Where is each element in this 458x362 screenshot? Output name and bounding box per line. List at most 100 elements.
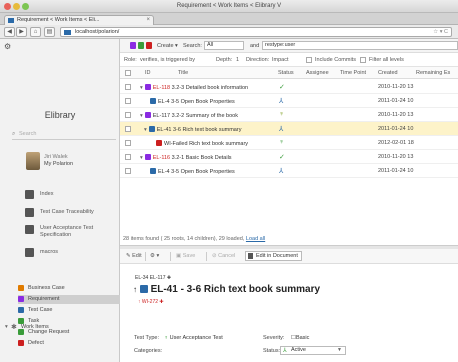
defect-type-icon[interactable] [146,42,152,49]
sidebar-item-change-request[interactable]: Change Request [18,328,120,337]
expand-icon[interactable]: ▾ [140,155,143,161]
cancel-button[interactable]: ⊘ Cancel [212,252,235,261]
table-row[interactable]: ▾ EL-118 3.2-3 Detailed book information … [120,80,458,94]
work-item-id[interactable]: WI-Failed [164,141,188,147]
status-select[interactable]: ⅄ Active ▼ [280,346,346,355]
row-checkbox[interactable] [125,140,131,146]
work-item-id[interactable]: EL-4 [158,99,170,105]
work-item-title[interactable]: 3.2-2 Summary of the book [172,113,238,119]
row-checkbox[interactable] [125,112,131,118]
tab-bar: Requirement < Work Items < Eli... × [0,13,458,25]
severity-value[interactable]: ☐Basic [291,335,309,341]
status-icon: ✓ [279,84,285,91]
expand-icon[interactable]: ▾ [140,113,143,119]
requirement-icon [144,84,151,90]
table-row[interactable]: ▾ EL-116 3.2-1 Basic Book Details ✓ 2010-… [120,150,458,164]
url-bar[interactable]: localhost/polarion/ ☆ ▾ C [60,27,452,37]
created-date: 2011-01-24 10 [378,168,414,174]
table-row[interactable]: WI-Failed Rich text book summary ♆ 2012-… [120,136,458,150]
table-row[interactable]: EL-4 3-5 Open Book Properties ⅄ 2011-01-… [120,94,458,108]
load-all-link[interactable]: Load all [246,236,265,242]
sidebar-item-requirement[interactable]: Requirement [18,295,120,304]
save-button[interactable]: ▣ Save [176,252,195,261]
gear-icon[interactable]: ⚙ [4,42,11,51]
column-time-point[interactable]: Time Point [340,70,366,76]
work-item-id[interactable]: EL-41 [157,127,172,133]
table-row-selected[interactable]: ▾ EL-41 3-6 Rich text book summary ⅄ 2011… [120,122,458,136]
work-item-title[interactable]: 3-5 Open Book Properties [171,169,235,175]
select-all-checkbox[interactable] [125,70,131,76]
column-assignee[interactable]: Assignee [306,70,329,76]
home-button[interactable]: ⌂ [30,27,41,37]
row-checkbox[interactable] [125,154,131,160]
bookmarks-button[interactable]: ▤ [44,27,55,37]
direction-select[interactable]: Impact [272,57,289,63]
work-item-id[interactable]: EL-117 [153,113,170,119]
row-checkbox[interactable] [125,98,131,104]
sidebar-item-test-case[interactable]: Test Case [18,306,120,315]
table-row[interactable]: ▾ EL-117 3.2-2 Summary of the book ♆ 2010… [120,108,458,122]
filter-all-levels-checkbox[interactable] [360,57,366,63]
test-type-value[interactable]: ♆ User Acceptance Test [164,335,223,341]
depth-value[interactable]: 1 [236,57,239,63]
window-titlebar: Requirement < Work Items < Elibrary V [0,0,458,13]
row-checkbox[interactable] [125,84,131,90]
work-item-id[interactable]: EL-116 [153,155,170,161]
filter-all-levels-label: Filter all levels [369,57,404,63]
sidebar-item-defect[interactable]: Defect [18,339,120,348]
table-row[interactable]: EL-4 3-5 Open Book Properties ⅄ 2011-01-… [120,164,458,178]
sidebar-item-business-case[interactable]: Business Case [18,284,120,293]
sidebar-item-index[interactable]: Index [40,191,120,198]
column-id[interactable]: ID [145,70,151,76]
sidebar-item-uat-specification[interactable]: User Acceptance Test Specification [40,225,120,239]
row-checkbox[interactable] [125,126,131,132]
tab-close-icon[interactable]: × [146,16,150,25]
expand-icon[interactable]: ▾ [144,127,147,133]
row-checkbox[interactable] [125,168,131,174]
test-case-icon [148,126,155,132]
work-item-title[interactable]: 3.2-1 Basic Book Details [172,155,232,161]
expand-icon[interactable]: ▾ [140,85,143,91]
work-item-title[interactable]: 3-5 Open Book Properties [171,99,235,105]
severity-label: Severity: [263,335,285,341]
avatar[interactable] [26,152,40,170]
column-created[interactable]: Created [378,70,398,76]
work-item-parents[interactable]: EL-34 EL-117 ✚ [135,275,171,281]
create-button[interactable]: Create ▾ [157,43,178,49]
work-item-title[interactable]: 3-6 Rich text book summary [173,127,241,133]
work-item-title[interactable]: 3.2-3 Detailed book information [172,85,248,91]
edit-button[interactable]: ✎ Edit [126,252,142,261]
column-title[interactable]: Title [178,70,188,76]
search-scope-select[interactable]: All [204,41,244,50]
business-case-icon [18,285,24,291]
column-remaining-estimate[interactable]: Remaining Es [416,70,450,76]
work-item-id[interactable]: EL-4 [158,169,170,175]
column-status[interactable]: Status [278,70,294,76]
work-item-title[interactable]: Rich text book summary [189,141,248,147]
query-input[interactable]: restype:user [262,41,458,50]
sidebar-item-macros[interactable]: macros [40,249,120,256]
save-icon: ▣ [176,253,182,259]
sidebar-item-test-case-traceability[interactable]: Test Case Traceability [40,209,120,216]
sidebar-item-task[interactable]: Task [18,317,120,326]
child-work-item-link[interactable]: ↑ WI-272 ✚ [138,299,164,305]
back-button[interactable]: ◀ [4,27,15,37]
requirement-type-icon[interactable] [130,42,136,49]
sidebar-search-input[interactable]: ⌕ Search [12,131,116,140]
sidebar: ⚙ Elibrary ⌕ Search Jiri Walek My Polari… [0,39,120,362]
work-item-id[interactable]: EL-118 [153,85,170,91]
polarion-favicon-icon [8,18,14,23]
url-actions[interactable]: ☆ ▾ C [433,28,448,36]
user-project[interactable]: My Polarion [44,161,73,167]
collapse-arrow-icon[interactable]: ▾ [5,324,8,330]
task-type-icon[interactable] [138,42,144,49]
forward-button[interactable]: ▶ [16,27,27,37]
toolbar-divider [145,252,146,261]
include-commits-checkbox[interactable] [306,57,312,63]
actions-gear-button[interactable]: ⚙ ▾ [150,252,159,261]
edit-in-document-button[interactable]: Edit in Document [245,251,302,261]
created-date: 2010-11-20 13 [378,112,414,118]
browser-tab[interactable]: Requirement < Work Items < Eli... × [4,15,154,25]
role-value[interactable]: verifies, is triggered by [140,57,195,63]
user-name[interactable]: Jiri Walek [44,154,68,160]
